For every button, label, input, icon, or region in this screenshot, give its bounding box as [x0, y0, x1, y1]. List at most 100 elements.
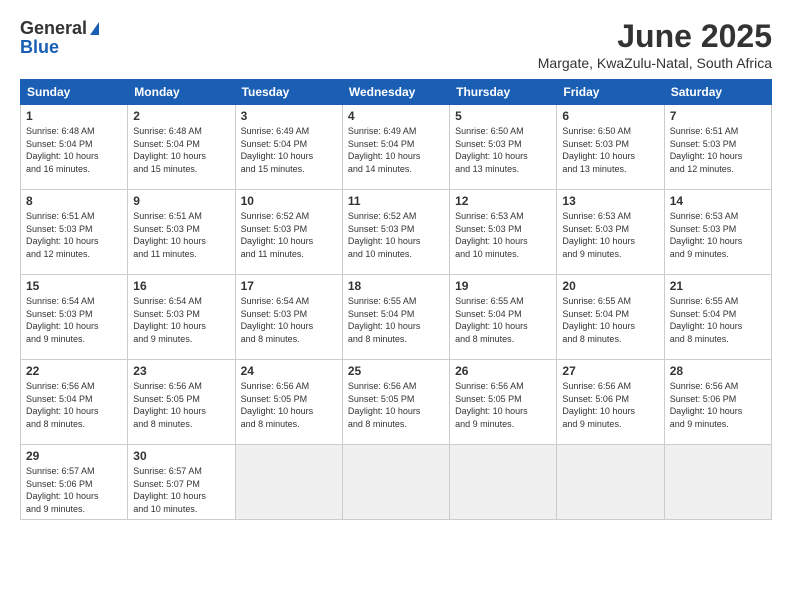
table-row: 17Sunrise: 6:54 AMSunset: 5:03 PMDayligh…	[235, 275, 342, 360]
day-number: 8	[26, 194, 122, 208]
table-row	[235, 445, 342, 520]
day-number: 29	[26, 449, 122, 463]
day-info: Sunrise: 6:56 AMSunset: 5:05 PMDaylight:…	[455, 380, 551, 430]
table-row: 12 Sunrise: 6:53 AMSunset: 5:03 PMDayligh…	[450, 190, 557, 275]
logo-general: General	[20, 18, 87, 39]
day-info: Sunrise: 6:49 AMSunset: 5:04 PMDaylight:…	[348, 125, 444, 175]
header-saturday: Saturday	[664, 80, 771, 105]
day-info: Sunrise: 6:56 AMSunset: 5:04 PMDaylight:…	[26, 380, 122, 430]
day-number: 12	[455, 194, 551, 208]
day-number: 2	[133, 109, 229, 123]
day-info: Sunrise: 6:52 AMSunset: 5:03 PMDaylight:…	[241, 210, 337, 260]
table-row: 5 Sunrise: 6:50 AMSunset: 5:03 PMDaylight…	[450, 105, 557, 190]
day-number: 6	[562, 109, 658, 123]
table-row: 13 Sunrise: 6:53 AMSunset: 5:03 PMDayligh…	[557, 190, 664, 275]
day-info: Sunrise: 6:56 AMSunset: 5:05 PMDaylight:…	[241, 380, 337, 430]
day-info: Sunrise: 6:54 AMSunset: 5:03 PMDaylight:…	[133, 295, 229, 345]
day-number: 22	[26, 364, 122, 378]
table-row: 2Sunrise: 6:48 AMSunset: 5:04 PMDaylight…	[128, 105, 235, 190]
day-number: 26	[455, 364, 551, 378]
table-row: 30 Sunrise: 6:57 AMSunset: 5:07 PMDayligh…	[128, 445, 235, 520]
header-monday: Monday	[128, 80, 235, 105]
day-number: 21	[670, 279, 766, 293]
calendar-table: Sunday Monday Tuesday Wednesday Thursday…	[20, 79, 772, 520]
day-info: Sunrise: 6:53 AMSunset: 5:03 PMDaylight:…	[455, 210, 551, 260]
month-title: June 2025	[538, 18, 772, 55]
table-row: 11 Sunrise: 6:52 AMSunset: 5:03 PMDayligh…	[342, 190, 449, 275]
table-row: 18 Sunrise: 6:55 AMSunset: 5:04 PMDayligh…	[342, 275, 449, 360]
day-number: 16	[133, 279, 229, 293]
day-number: 14	[670, 194, 766, 208]
day-info: Sunrise: 6:55 AMSunset: 5:04 PMDaylight:…	[562, 295, 658, 345]
day-number: 7	[670, 109, 766, 123]
day-number: 28	[670, 364, 766, 378]
day-number: 27	[562, 364, 658, 378]
table-row: 6 Sunrise: 6:50 AMSunset: 5:03 PMDaylight…	[557, 105, 664, 190]
day-info: Sunrise: 6:54 AMSunset: 5:03 PMDaylight:…	[26, 295, 122, 345]
table-row: 10 Sunrise: 6:52 AMSunset: 5:03 PMDayligh…	[235, 190, 342, 275]
day-info: Sunrise: 6:54 AMSunset: 5:03 PMDaylight:…	[241, 295, 337, 345]
day-number: 4	[348, 109, 444, 123]
day-number: 1	[26, 109, 122, 123]
table-row: 22 Sunrise: 6:56 AMSunset: 5:04 PMDayligh…	[21, 360, 128, 445]
table-row: 29 Sunrise: 6:57 AMSunset: 5:06 PMDayligh…	[21, 445, 128, 520]
header-thursday: Thursday	[450, 80, 557, 105]
header-tuesday: Tuesday	[235, 80, 342, 105]
table-row: 3 Sunrise: 6:49 AMSunset: 5:04 PMDaylight…	[235, 105, 342, 190]
logo-blue: Blue	[20, 37, 59, 58]
table-row: 15 Sunrise: 6:54 AMSunset: 5:03 PMDayligh…	[21, 275, 128, 360]
table-row	[342, 445, 449, 520]
day-number: 9	[133, 194, 229, 208]
day-number: 10	[241, 194, 337, 208]
header-friday: Friday	[557, 80, 664, 105]
day-info: Sunrise: 6:55 AMSunset: 5:04 PMDaylight:…	[670, 295, 766, 345]
day-number: 5	[455, 109, 551, 123]
day-number: 3	[241, 109, 337, 123]
day-info: Sunrise: 6:51 AMSunset: 5:03 PMDaylight:…	[133, 210, 229, 260]
day-info: Sunrise: 6:57 AMSunset: 5:06 PMDaylight:…	[26, 465, 122, 515]
day-info: Sunrise: 6:52 AMSunset: 5:03 PMDaylight:…	[348, 210, 444, 260]
table-row: 1 Sunrise: 6:48 AMSunset: 5:04 PMDaylight…	[21, 105, 128, 190]
table-row: 23Sunrise: 6:56 AMSunset: 5:05 PMDayligh…	[128, 360, 235, 445]
day-info: Sunrise: 6:51 AMSunset: 5:03 PMDaylight:…	[26, 210, 122, 260]
day-info: Sunrise: 6:56 AMSunset: 5:06 PMDaylight:…	[670, 380, 766, 430]
day-number: 13	[562, 194, 658, 208]
table-row: 9 Sunrise: 6:51 AMSunset: 5:03 PMDaylight…	[128, 190, 235, 275]
day-info: Sunrise: 6:56 AMSunset: 5:06 PMDaylight:…	[562, 380, 658, 430]
table-row: 21 Sunrise: 6:55 AMSunset: 5:04 PMDayligh…	[664, 275, 771, 360]
day-number: 25	[348, 364, 444, 378]
table-row	[664, 445, 771, 520]
day-info: Sunrise: 6:57 AMSunset: 5:07 PMDaylight:…	[133, 465, 229, 515]
day-info: Sunrise: 6:50 AMSunset: 5:03 PMDaylight:…	[455, 125, 551, 175]
day-number: 11	[348, 194, 444, 208]
day-info: Sunrise: 6:50 AMSunset: 5:03 PMDaylight:…	[562, 125, 658, 175]
day-info: Sunrise: 6:49 AMSunset: 5:04 PMDaylight:…	[241, 125, 337, 175]
day-number: 18	[348, 279, 444, 293]
table-row: 8 Sunrise: 6:51 AMSunset: 5:03 PMDaylight…	[21, 190, 128, 275]
header-sunday: Sunday	[21, 80, 128, 105]
day-info: Sunrise: 6:53 AMSunset: 5:03 PMDaylight:…	[670, 210, 766, 260]
logo: General Blue	[20, 18, 99, 58]
table-row: 25Sunrise: 6:56 AMSunset: 5:05 PMDayligh…	[342, 360, 449, 445]
calendar-header-row: Sunday Monday Tuesday Wednesday Thursday…	[21, 80, 772, 105]
table-row: 7 Sunrise: 6:51 AMSunset: 5:03 PMDaylight…	[664, 105, 771, 190]
table-row: 27 Sunrise: 6:56 AMSunset: 5:06 PMDayligh…	[557, 360, 664, 445]
page: General Blue June 2025 Margate, KwaZulu-…	[0, 0, 792, 612]
table-row: 28 Sunrise: 6:56 AMSunset: 5:06 PMDayligh…	[664, 360, 771, 445]
day-info: Sunrise: 6:51 AMSunset: 5:03 PMDaylight:…	[670, 125, 766, 175]
table-row: 19Sunrise: 6:55 AMSunset: 5:04 PMDayligh…	[450, 275, 557, 360]
logo-arrow-icon	[90, 22, 99, 35]
header: General Blue June 2025 Margate, KwaZulu-…	[20, 18, 772, 71]
table-row	[557, 445, 664, 520]
table-row: 20 Sunrise: 6:55 AMSunset: 5:04 PMDayligh…	[557, 275, 664, 360]
day-number: 30	[133, 449, 229, 463]
table-row: 24Sunrise: 6:56 AMSunset: 5:05 PMDayligh…	[235, 360, 342, 445]
day-info: Sunrise: 6:55 AMSunset: 5:04 PMDaylight:…	[455, 295, 551, 345]
day-info: Sunrise: 6:53 AMSunset: 5:03 PMDaylight:…	[562, 210, 658, 260]
day-number: 15	[26, 279, 122, 293]
header-wednesday: Wednesday	[342, 80, 449, 105]
location-title: Margate, KwaZulu-Natal, South Africa	[538, 55, 772, 71]
day-info: Sunrise: 6:48 AMSunset: 5:04 PMDaylight:…	[26, 125, 122, 175]
day-info: Sunrise: 6:55 AMSunset: 5:04 PMDaylight:…	[348, 295, 444, 345]
day-number: 20	[562, 279, 658, 293]
